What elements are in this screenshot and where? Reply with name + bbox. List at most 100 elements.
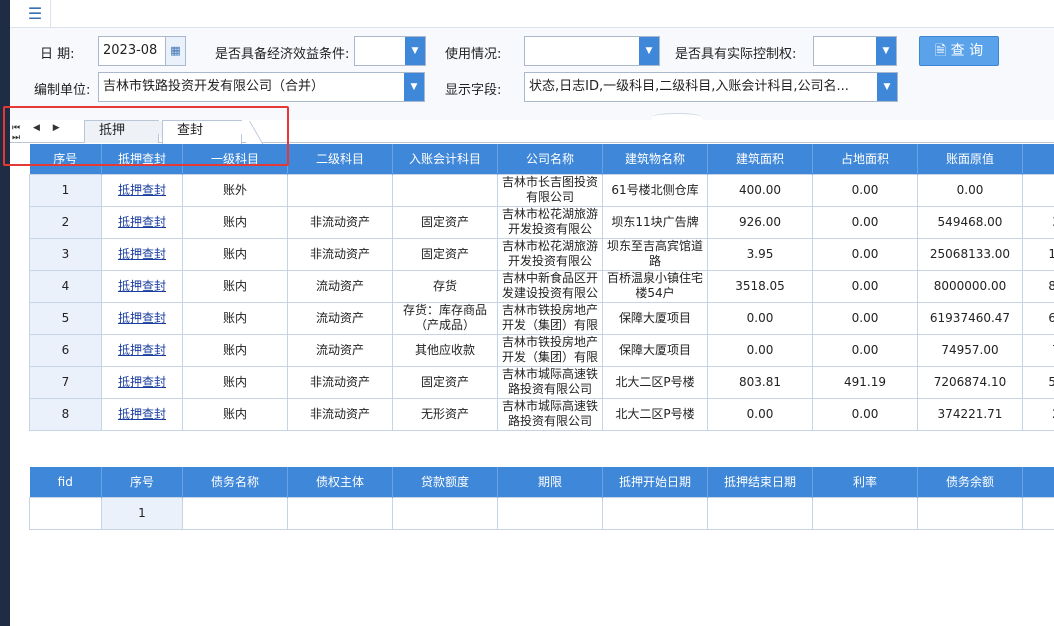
mortgage-seizure-link[interactable]: 抵押查封 bbox=[118, 343, 166, 357]
table-cell: 2 bbox=[1022, 397, 1054, 431]
table-cell: 账内 bbox=[182, 301, 288, 335]
debt-table: fid 序号 债务名称 债权主体 贷款额度 期限 抵押开始日期 抵押结束日期 利率 债务余额 1 bbox=[29, 467, 1054, 530]
table-cell bbox=[917, 496, 1023, 530]
table-cell: 抵押查封 bbox=[101, 333, 183, 367]
table-cell: 0.00 bbox=[917, 173, 1023, 207]
table-cell: 2 bbox=[29, 205, 102, 239]
benefit-select[interactable]: ▼ bbox=[354, 36, 426, 66]
query-button[interactable]: 🗎 查 询 bbox=[919, 36, 999, 66]
column-header[interactable]: 利率 bbox=[812, 467, 918, 497]
asset-table: 序号 抵押查封 一级科目 二级科目 入账会计科目 公司名称 建筑物名称 建筑面积 占地面积 账面原… bbox=[29, 144, 1054, 431]
table-cell: 抵押查封 bbox=[101, 237, 183, 271]
chevron-down-icon[interactable]: ▼ bbox=[639, 37, 659, 65]
top-toolbar: ☰ bbox=[10, 0, 1054, 28]
table-cell: 59 bbox=[1022, 365, 1054, 399]
table-cell: 61号楼北侧仓库 bbox=[602, 173, 708, 207]
table-cell: 账内 bbox=[182, 205, 288, 239]
column-header[interactable]: 占地面积 bbox=[812, 144, 918, 174]
table-row[interactable]: 6 抵押查封 账内 流动资产 其他应收款 吉林市铁投房地产开发（集团）有限 保障大厦项目 0.… bbox=[29, 333, 1054, 367]
table-cell: 抵押查封 bbox=[101, 205, 183, 239]
table-cell bbox=[287, 496, 393, 530]
column-header[interactable]: 序号 bbox=[101, 467, 183, 497]
table-body: 1 bbox=[29, 496, 1054, 530]
column-header[interactable]: 债务名称 bbox=[182, 467, 288, 497]
fields-label: 显示字段: bbox=[445, 83, 502, 98]
table-cell bbox=[29, 496, 102, 530]
column-header[interactable]: 抵押开始日期 bbox=[602, 467, 708, 497]
column-header[interactable]: 建筑物名称 bbox=[602, 144, 708, 174]
left-sidebar-strip bbox=[0, 0, 10, 626]
unit-select[interactable]: 吉林市铁路投资开发有限公司（合并） ▼ bbox=[98, 72, 425, 102]
date-picker[interactable]: 2023-08 ▦ bbox=[98, 36, 186, 66]
column-header[interactable]: 二级科目 bbox=[287, 144, 393, 174]
table-cell: 抵押查封 bbox=[101, 301, 183, 335]
table-cell: 374221.71 bbox=[917, 397, 1023, 431]
table-cell bbox=[707, 496, 813, 530]
table-cell: 保障大厦项目 bbox=[602, 333, 708, 367]
table-row[interactable]: 4 抵押查封 账内 流动资产 存货 吉林中新食品区开发建设投资有限公 百桥温泉小镇住宅楼54… bbox=[29, 269, 1054, 303]
table-row[interactable]: 1 抵押查封 账外 吉林市长吉图投资有限公司 61号楼北侧仓库 400.00 0.00 0.0… bbox=[29, 173, 1054, 207]
column-header[interactable]: 账面原值 bbox=[917, 144, 1023, 174]
toolbar-separator bbox=[50, 0, 51, 28]
mortgage-seizure-link[interactable]: 抵押查封 bbox=[118, 375, 166, 389]
table-row[interactable]: 5 抵押查封 账内 流动资产 存货：库存商品（产成品） 吉林市铁投房地产开发（集团）有限保… bbox=[29, 301, 1054, 335]
mortgage-seizure-link[interactable]: 抵押查封 bbox=[118, 311, 166, 325]
column-header[interactable]: 抵押结束日期 bbox=[707, 467, 813, 497]
fields-select[interactable]: 状态,日志ID,一级科目,二级科目,入账会计科目,公司名... ▼ bbox=[524, 72, 898, 102]
column-header[interactable]: 贷款额度 bbox=[392, 467, 498, 497]
table-cell: 坝东11块广告牌 bbox=[602, 205, 708, 239]
table-cell: 账内 bbox=[182, 333, 288, 367]
column-header[interactable]: fid bbox=[29, 467, 102, 497]
table-row[interactable]: 2 抵押查封 账内 非流动资产 固定资产 吉林市松花湖旅游开发投资有限公 坝东11块广告牌 9… bbox=[29, 205, 1054, 239]
table-cell: 流动资产 bbox=[287, 269, 393, 303]
table-cell: 8 bbox=[29, 397, 102, 431]
column-header[interactable]: 期限 bbox=[497, 467, 603, 497]
table-cell: 0.00 bbox=[812, 237, 918, 271]
table-row[interactable]: 8 抵押查封 账内 非流动资产 无形资产 吉林市城际高速铁路投资有限公司 北大二区P号楼 0.… bbox=[29, 397, 1054, 431]
column-header[interactable] bbox=[1022, 144, 1054, 174]
column-header[interactable]: 入账会计科目 bbox=[392, 144, 498, 174]
mortgage-seizure-link[interactable]: 抵押查封 bbox=[118, 183, 166, 197]
table-cell: 吉林中新食品区开发建设投资有限公 bbox=[497, 269, 603, 303]
control-select[interactable]: ▼ bbox=[813, 36, 897, 66]
column-header[interactable]: 建筑面积 bbox=[707, 144, 813, 174]
settings-sliders-icon[interactable]: ☰ bbox=[24, 3, 46, 25]
mortgage-seizure-link[interactable]: 抵押查封 bbox=[118, 247, 166, 261]
mortgage-seizure-link[interactable]: 抵押查封 bbox=[118, 215, 166, 229]
usage-select[interactable]: ▼ bbox=[524, 36, 660, 66]
table-cell: 吉林市铁投房地产开发（集团）有限 bbox=[497, 333, 603, 367]
chevron-down-icon[interactable]: ▼ bbox=[404, 73, 424, 101]
table-cell bbox=[812, 496, 918, 530]
search-doc-icon: 🗎 bbox=[934, 43, 947, 59]
table-cell: 19 bbox=[1022, 237, 1054, 271]
table-row[interactable]: 7 抵押查封 账内 非流动资产 固定资产 吉林市城际高速铁路投资有限公司 北大二区P号楼 80… bbox=[29, 365, 1054, 399]
calendar-icon[interactable]: ▦ bbox=[165, 37, 185, 65]
table-cell: 账内 bbox=[182, 269, 288, 303]
mortgage-seizure-link[interactable]: 抵押查封 bbox=[118, 407, 166, 421]
table-cell: 其他应收款 bbox=[392, 333, 498, 367]
table-cell: 803.81 bbox=[707, 365, 813, 399]
table-cell: 25068133.00 bbox=[917, 237, 1023, 271]
table-cell: 存货：库存商品（产成品） bbox=[392, 301, 498, 335]
column-header[interactable]: 债权主体 bbox=[287, 467, 393, 497]
table-cell: 74957.00 bbox=[917, 333, 1023, 367]
mortgage-seizure-link[interactable]: 抵押查封 bbox=[118, 279, 166, 293]
table-cell: 非流动资产 bbox=[287, 397, 393, 431]
chevron-down-icon[interactable]: ▼ bbox=[876, 37, 896, 65]
table-cell: 吉林市城际高速铁路投资有限公司 bbox=[497, 397, 603, 431]
column-header[interactable]: 公司名称 bbox=[497, 144, 603, 174]
chevron-down-icon[interactable]: ▼ bbox=[405, 37, 425, 65]
column-header[interactable] bbox=[1022, 467, 1054, 497]
table-cell: 8000000.00 bbox=[917, 269, 1023, 303]
table-cell: 6 bbox=[29, 333, 102, 367]
table-cell: 账内 bbox=[182, 365, 288, 399]
chevron-down-icon[interactable]: ▼ bbox=[877, 73, 897, 101]
table-row[interactable]: 1 bbox=[29, 496, 1054, 530]
table-header-row: fid 序号 债务名称 债权主体 贷款额度 期限 抵押开始日期 抵押结束日期 利率 债务余额 bbox=[29, 467, 1054, 497]
table-row[interactable]: 3 抵押查封 账内 非流动资产 固定资产 吉林市松花湖旅游开发投资有限公 坝东至吉高宾馆道路… bbox=[29, 237, 1054, 271]
table-cell: 549468.00 bbox=[917, 205, 1023, 239]
table-cell: 吉林市松花湖旅游开发投资有限公 bbox=[497, 205, 603, 239]
column-header[interactable]: 债务余额 bbox=[917, 467, 1023, 497]
usage-label: 使用情况: bbox=[445, 47, 502, 62]
table-cell: 0.00 bbox=[707, 397, 813, 431]
